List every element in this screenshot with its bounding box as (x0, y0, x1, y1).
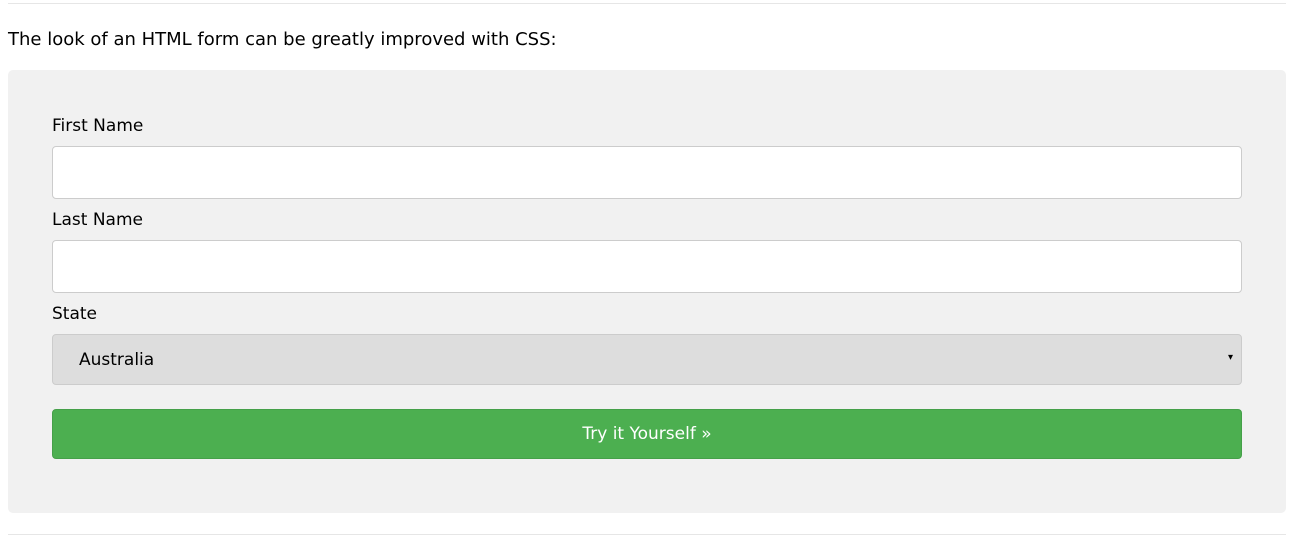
intro-text: The look of an HTML form can be greatly … (8, 29, 557, 50)
top-divider (8, 3, 1286, 4)
try-it-yourself-button[interactable]: Try it Yourself » (52, 409, 1242, 459)
first-name-input[interactable] (52, 146, 1242, 199)
bottom-divider (8, 534, 1286, 535)
first-name-label: First Name (52, 116, 144, 136)
dropdown-arrow-icon: ▾ (1227, 352, 1233, 363)
state-label: State (52, 304, 97, 324)
styled-form-panel: First Name Last Name State Australia ▾ T… (8, 70, 1286, 513)
last-name-label: Last Name (52, 210, 143, 230)
state-selected-value: Australia (79, 350, 155, 370)
page: The look of an HTML form can be greatly … (0, 0, 1300, 536)
last-name-input[interactable] (52, 240, 1242, 293)
state-select[interactable]: Australia ▾ (52, 334, 1242, 385)
